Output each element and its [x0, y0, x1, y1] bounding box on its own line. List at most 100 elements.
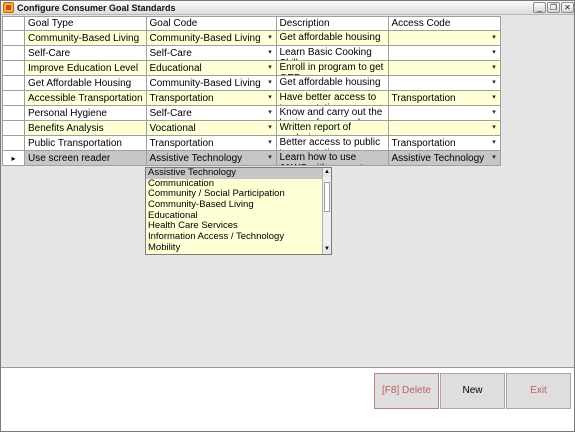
dropdown-arrow-icon[interactable]: ▾ — [266, 62, 275, 74]
dropdown-option[interactable]: Communication — [146, 179, 322, 190]
table-row[interactable]: Community-Based Living Community-Based L… — [2, 30, 501, 46]
access-code-cell[interactable]: ▾ — [387, 120, 501, 136]
row-header[interactable] — [2, 75, 25, 91]
access-code-cell[interactable]: Assistive Technology ▾ — [387, 150, 501, 166]
goal-code-cell[interactable]: Community-Based Living ▾ — [145, 75, 277, 91]
close-button[interactable]: ✕ — [561, 2, 574, 13]
goal-code-value: Community-Based Living — [149, 77, 261, 89]
description-cell[interactable]: Know and carry out the basics of persona… — [275, 105, 389, 121]
dropdown-option[interactable]: Health Care Services — [146, 221, 322, 232]
goal-code-cell[interactable]: Transportation ▾ — [145, 90, 277, 106]
goal-type-cell[interactable]: Community-Based Living — [24, 30, 147, 46]
dropdown-option[interactable]: Educational — [146, 211, 322, 222]
new-button[interactable]: New — [440, 373, 505, 409]
goal-code-value: Transportation — [149, 92, 214, 104]
table-row[interactable]: Personal Hygiene Self-Care ▾ Know and car… — [2, 105, 501, 121]
app-window: Configure Consumer Goal Standards _ ❐ ✕ … — [0, 0, 575, 432]
dropdown-arrow-icon[interactable]: ▾ — [266, 92, 275, 104]
goal-code-cell[interactable]: Assistive Technology ▾ — [145, 150, 277, 166]
row-header[interactable] — [2, 60, 25, 76]
access-code-cell[interactable]: ▾ — [387, 60, 501, 76]
dropdown-arrow-icon[interactable]: ▾ — [490, 77, 499, 89]
goal-code-cell[interactable]: Educational ▾ — [145, 60, 277, 76]
table-row[interactable]: Public Transportation Transportation ▾ Be… — [2, 135, 501, 151]
dropdown-arrow-icon[interactable]: ▾ — [266, 107, 275, 119]
row-header[interactable] — [2, 45, 25, 61]
maximize-button[interactable]: ❐ — [547, 2, 560, 13]
dropdown-arrow-icon[interactable]: ▾ — [266, 122, 275, 134]
goal-type-cell[interactable]: Use screen reader — [24, 150, 147, 166]
dropdown-option[interactable]: Mobility — [146, 243, 322, 254]
description-cell[interactable]: Have better access to transportation — [275, 90, 389, 106]
access-code-cell[interactable]: ▾ — [387, 105, 501, 121]
description-cell[interactable]: Learn how to use JAWS with computer — [275, 150, 389, 166]
column-header-access-code[interactable]: Access Code — [387, 16, 501, 31]
dropdown-arrow-icon[interactable]: ▾ — [490, 47, 499, 59]
delete-button[interactable]: [F8] Delete — [374, 373, 439, 409]
access-code-cell[interactable]: Transportation ▾ — [387, 90, 501, 106]
column-header-goal-type[interactable]: Goal Type — [24, 16, 147, 31]
dropdown-arrow-icon[interactable]: ▾ — [490, 122, 499, 134]
dropdown-option[interactable]: Community / Social Participation — [146, 189, 322, 200]
row-header[interactable] — [2, 135, 25, 151]
description-cell[interactable]: Learn Basic Cooking Skills — [275, 45, 389, 61]
goal-code-cell[interactable]: Vocational ▾ — [145, 120, 277, 136]
scroll-down-icon[interactable]: ▼ — [323, 245, 331, 254]
exit-button[interactable]: Exit — [506, 373, 571, 409]
row-header[interactable] — [2, 105, 25, 121]
goal-code-cell[interactable]: Transportation ▾ — [145, 135, 277, 151]
goal-type-cell[interactable]: Self-Care — [24, 45, 147, 61]
table-row[interactable]: Get Affordable Housing Community-Based L… — [2, 75, 501, 91]
minimize-button[interactable]: _ — [533, 2, 546, 13]
description-cell[interactable]: Better access to public transportation — [275, 135, 389, 151]
dropdown-arrow-icon[interactable]: ▾ — [266, 152, 275, 164]
dropdown-arrow-icon[interactable]: ▾ — [490, 107, 499, 119]
goal-code-dropdown-list[interactable]: Assistive Technology Communication Commu… — [145, 167, 332, 255]
dropdown-arrow-icon[interactable]: ▾ — [490, 62, 499, 74]
dropdown-arrow-icon[interactable]: ▾ — [490, 152, 499, 164]
table-row[interactable]: Accessible Transportation Transportation… — [2, 90, 501, 106]
table-row[interactable]: Benefits Analysis Vocational ▾ Written re… — [2, 120, 501, 136]
access-code-cell[interactable]: ▾ — [387, 45, 501, 61]
table-row[interactable]: Self-Care Self-Care ▾ Learn Basic Cooking… — [2, 45, 501, 61]
dropdown-arrow-icon[interactable]: ▾ — [266, 47, 275, 59]
dropdown-option[interactable]: Community-Based Living — [146, 200, 322, 211]
goal-type-cell[interactable]: Personal Hygiene — [24, 105, 147, 121]
goal-code-value: Educational — [149, 62, 202, 74]
goal-type-cell[interactable]: Get Affordable Housing — [24, 75, 147, 91]
dropdown-arrow-icon[interactable]: ▾ — [490, 32, 499, 44]
row-header[interactable] — [2, 120, 25, 136]
description-value: Know and carry out the basics of persona… — [279, 106, 383, 120]
scroll-up-icon[interactable]: ▲ — [323, 168, 331, 177]
row-header[interactable] — [2, 30, 25, 46]
current-row-marker-icon[interactable]: ▸ — [2, 150, 25, 166]
goal-code-cell[interactable]: Self-Care ▾ — [145, 45, 277, 61]
dropdown-option[interactable]: Information Access / Technology — [146, 232, 322, 243]
column-header-description[interactable]: Description — [275, 16, 389, 31]
goal-code-cell[interactable]: Community-Based Living ▾ — [145, 30, 277, 46]
description-cell[interactable]: Written report of analysis — [275, 120, 389, 136]
goal-type-cell[interactable]: Benefits Analysis — [24, 120, 147, 136]
access-code-cell[interactable]: Transportation ▾ — [387, 135, 501, 151]
access-code-cell[interactable]: ▾ — [387, 30, 501, 46]
dropdown-arrow-icon[interactable]: ▾ — [266, 32, 275, 44]
goal-type-cell[interactable]: Accessible Transportation — [24, 90, 147, 106]
column-header-goal-code[interactable]: Goal Code — [145, 16, 277, 31]
table-row[interactable]: Improve Education Level Educational ▾ Enr… — [2, 60, 501, 76]
row-header[interactable] — [2, 90, 25, 106]
dropdown-arrow-icon[interactable]: ▾ — [266, 137, 275, 149]
description-cell[interactable]: Get affordable housing — [275, 75, 389, 91]
dropdown-option[interactable]: Assistive Technology — [146, 168, 322, 179]
goal-type-cell[interactable]: Improve Education Level — [24, 60, 147, 76]
scroll-thumb[interactable] — [324, 182, 330, 212]
access-code-cell[interactable]: ▾ — [387, 75, 501, 91]
goal-type-cell[interactable]: Public Transportation — [24, 135, 147, 151]
dropdown-scrollbar[interactable]: ▲ ▼ — [322, 168, 331, 254]
description-cell[interactable]: Enroll in program to get GED — [275, 60, 389, 76]
dropdown-arrow-icon[interactable]: ▾ — [490, 137, 499, 149]
dropdown-arrow-icon[interactable]: ▾ — [266, 77, 275, 89]
table-row-selected[interactable]: ▸ Use screen reader Assistive Technology… — [2, 150, 501, 166]
dropdown-arrow-icon[interactable]: ▾ — [490, 92, 499, 104]
goal-code-cell[interactable]: Self-Care ▾ — [145, 105, 277, 121]
description-cell[interactable]: Get affordable housing — [275, 30, 389, 46]
